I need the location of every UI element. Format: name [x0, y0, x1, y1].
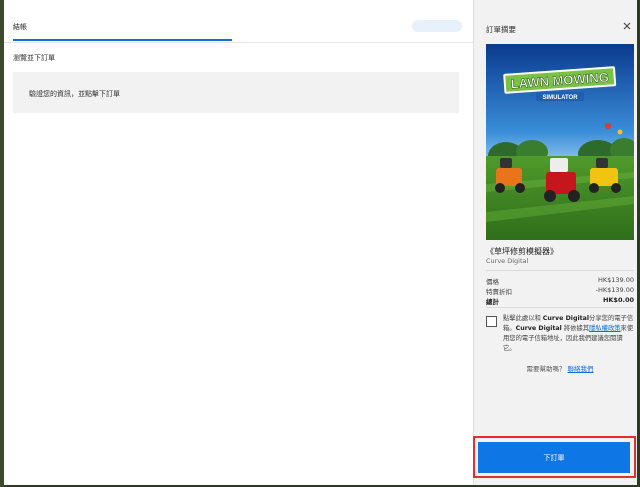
- publisher-name: Curve Digital: [486, 257, 529, 265]
- game-cover-art: LAWN MOWING SIMULATOR: [486, 44, 634, 240]
- consent-brand: Curve Digital: [542, 315, 590, 322]
- summary-divider-2: [486, 307, 634, 308]
- help-row: 需要幫助嗎？ 聯絡我們: [486, 363, 634, 373]
- tab-active-indicator: [13, 39, 232, 41]
- summary-divider: [486, 270, 634, 271]
- game-title: 《草坪修剪模擬器》: [486, 247, 558, 256]
- price-value: HK$139.00: [597, 276, 634, 284]
- discount-label: 特賣折扣: [486, 288, 512, 296]
- total-value: HK$0.00: [602, 296, 634, 304]
- info-text: 驗證您的資訊，並點擊下訂單: [29, 90, 120, 98]
- contact-us-link[interactable]: 聯絡我們: [568, 365, 594, 373]
- checkout-pane: 結帳 瀏覽並下訂單 驗證您的資訊，並點擊下訂單: [4, 0, 473, 485]
- price-label: 價格: [486, 278, 499, 286]
- consent-brand-2: Curve Digital: [515, 325, 562, 332]
- total-label: 總計: [486, 298, 499, 306]
- tab-bar: 結帳: [4, 0, 473, 43]
- help-text: 需要幫助嗎？: [526, 365, 566, 373]
- consent-text-part1: 點擊此處以和: [503, 315, 543, 322]
- consent-text-part3: 將依據其: [561, 325, 590, 332]
- order-summary-pane: 訂單摘要 LAWN MOWING SIMULATOR 《草坪修剪模擬器》 Cur…: [473, 0, 637, 485]
- total-row: 總計 HK$0.00: [486, 296, 634, 306]
- email-consent-text: 點擊此處以和 Curve Digital分享您的電子信箱。Curve Digit…: [503, 314, 635, 354]
- cover-logo-line2: SIMULATOR: [542, 95, 578, 101]
- close-button[interactable]: [621, 21, 633, 33]
- email-consent-checkbox[interactable]: [486, 316, 497, 327]
- section-title: 瀏覽並下訂單: [13, 54, 55, 62]
- close-icon: [623, 22, 631, 32]
- place-order-button[interactable]: 下訂單: [478, 442, 630, 473]
- loading-placeholder: [412, 20, 462, 32]
- price-row: 價格 HK$139.00: [486, 276, 634, 286]
- info-box: 驗證您的資訊，並點擊下訂單: [13, 72, 459, 113]
- summary-title: 訂單摘要: [486, 25, 516, 34]
- tab-checkout[interactable]: 結帳: [13, 22, 27, 32]
- discount-row: 特賣折扣 -HK$139.00: [486, 286, 634, 296]
- privacy-policy-link[interactable]: 隱私權政策: [589, 325, 620, 332]
- checkout-modal: 結帳 瀏覽並下訂單 驗證您的資訊，並點擊下訂單 訂單摘要 LAWN MOWING…: [4, 0, 637, 485]
- discount-value: -HK$139.00: [595, 286, 634, 294]
